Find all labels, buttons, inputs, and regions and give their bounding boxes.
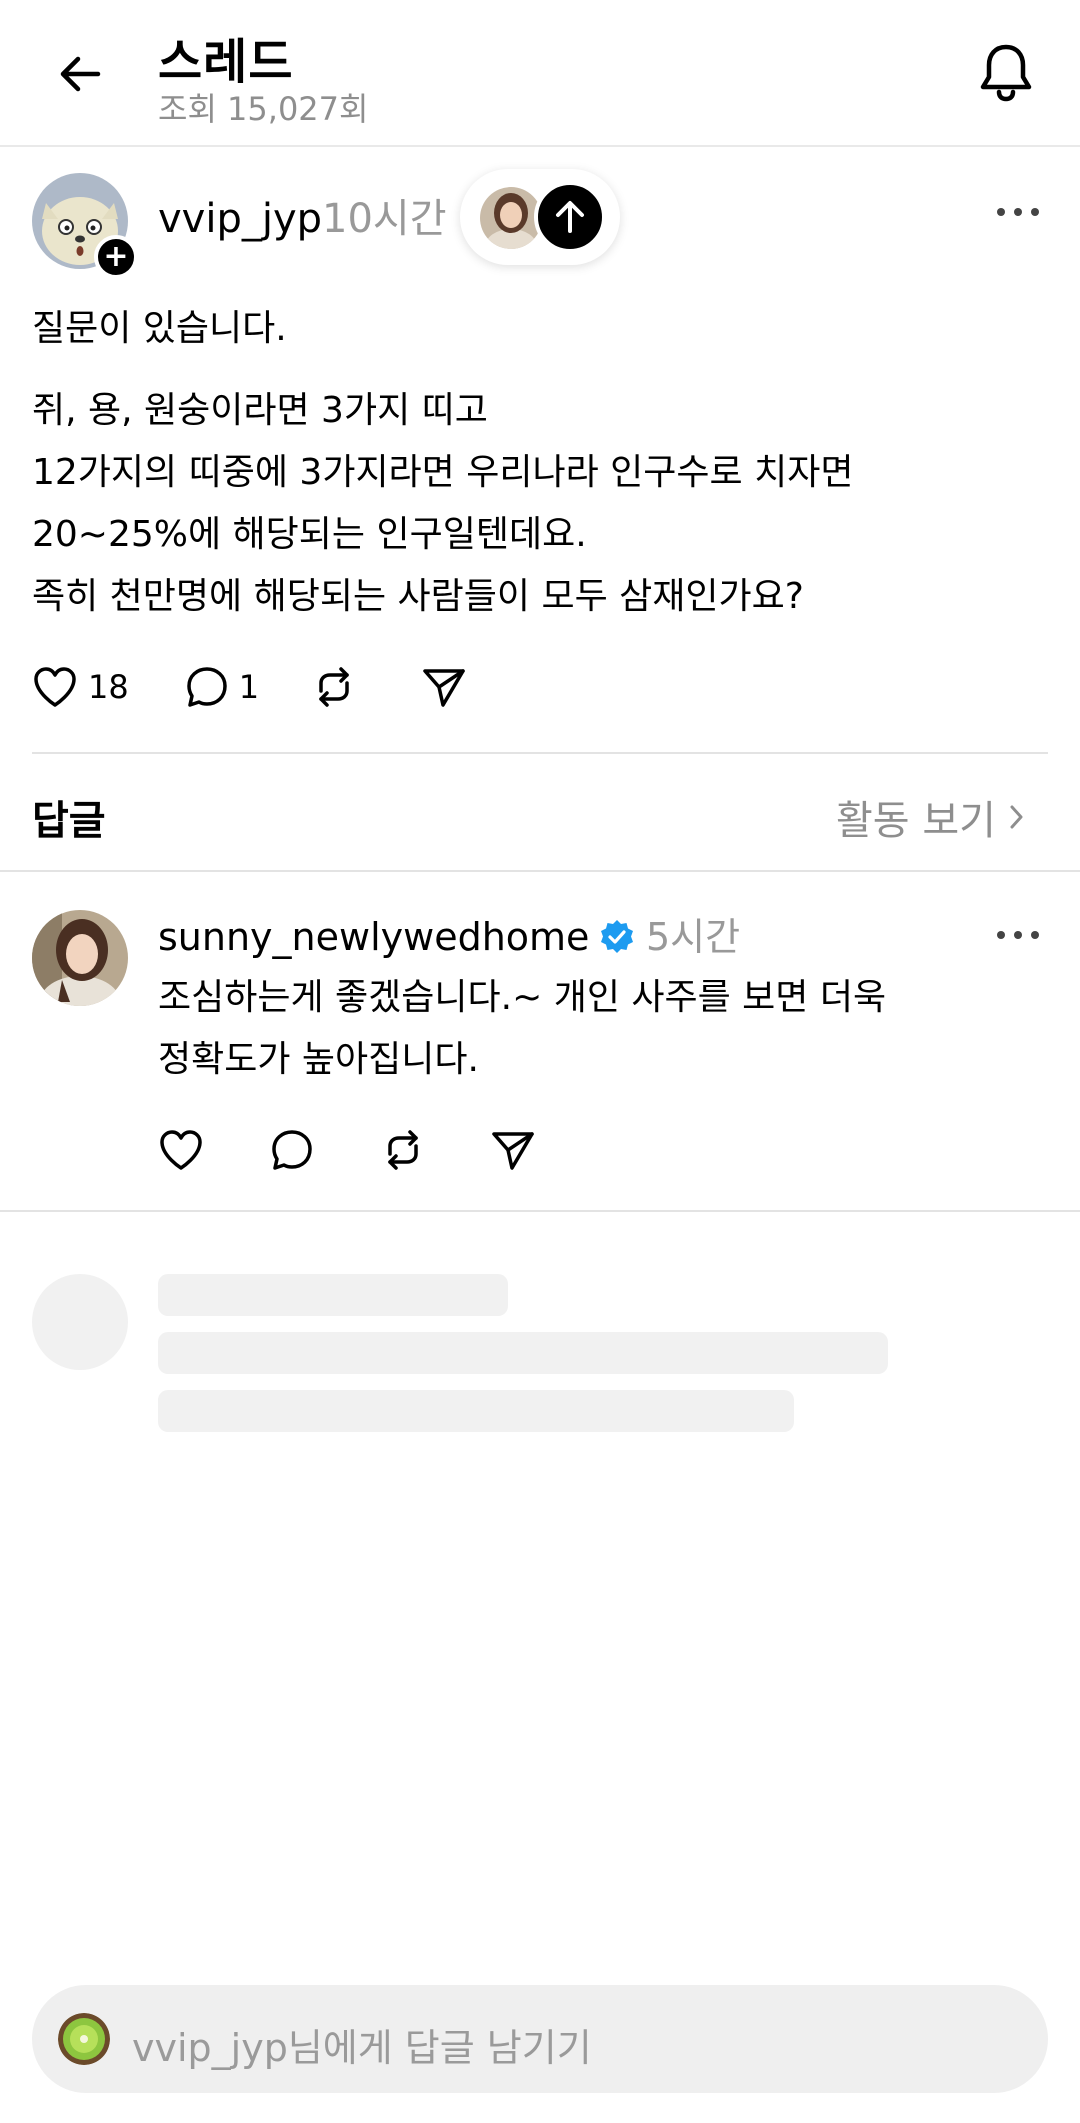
more-horizontal-icon	[997, 931, 1039, 939]
reply-author-avatar[interactable]	[32, 910, 128, 1006]
reply-more-button[interactable]	[992, 920, 1044, 950]
author-avatar[interactable]: +	[32, 173, 138, 279]
reply-compose-input[interactable]: vvip_jyp님에게 답글 남기기	[32, 1985, 1048, 2093]
reply-time: 5시간	[646, 915, 741, 959]
page-title: 스레드	[158, 34, 294, 90]
divider	[0, 1210, 1080, 1212]
post-text-line: 12가지의 띠중에 3가지라면 우리나라 인구수로 치자면	[32, 452, 854, 493]
skeleton-line	[158, 1332, 888, 1374]
divider	[0, 870, 1080, 872]
arrow-up-icon	[556, 201, 584, 233]
comment-button[interactable]: 1	[185, 665, 259, 709]
post-text-line: 쥐, 용, 원숭이라면 3가지 띠고	[32, 390, 488, 431]
back-button[interactable]	[46, 40, 114, 108]
post-time: 10시간	[322, 196, 447, 242]
follow-plus-icon[interactable]: +	[94, 235, 138, 279]
send-icon	[423, 669, 465, 707]
post-text-line: 질문이 있습니다.	[32, 308, 287, 349]
user-avatar	[58, 2013, 110, 2065]
skeleton-line	[158, 1390, 794, 1432]
arrow-left-icon	[60, 56, 101, 92]
replies-heading: 답글	[32, 798, 106, 844]
replier-avatar-thumb	[480, 187, 542, 249]
reply-actions	[158, 1128, 536, 1172]
share-button[interactable]	[421, 665, 467, 709]
post-text-line: 족히 천만명에 해당되는 사람들이 모두 삼재인가요?	[32, 576, 804, 617]
reply-like-button[interactable]	[158, 1128, 204, 1172]
heart-icon	[34, 667, 76, 707]
heart-icon	[160, 1130, 202, 1170]
reply-repost-button[interactable]	[380, 1128, 426, 1172]
send-icon	[492, 1132, 534, 1170]
chevron-right-icon	[1010, 805, 1023, 829]
post-more-button[interactable]	[992, 197, 1044, 227]
like-count: 18	[88, 668, 129, 706]
skeleton-avatar	[32, 1274, 128, 1370]
divider	[32, 752, 1048, 754]
repost-button[interactable]	[311, 665, 357, 709]
verified-badge-icon	[601, 920, 633, 953]
comment-icon	[186, 667, 227, 707]
notification-button[interactable]	[970, 36, 1042, 108]
reply-text-line: 정확도가 높아집니다.	[158, 1039, 479, 1080]
bell-icon	[980, 44, 1032, 102]
like-button[interactable]: 18	[32, 665, 129, 709]
repost-icon	[388, 1130, 418, 1170]
scroll-up-pill[interactable]	[460, 169, 620, 265]
reply-share-button[interactable]	[490, 1128, 536, 1172]
scroll-up-button[interactable]	[534, 181, 606, 253]
post-text-line: 20~25%에 해당되는 인구일텐데요.	[32, 514, 587, 555]
top-bar: 스레드 조회 15,027회	[0, 0, 1080, 147]
reply-author-username[interactable]: sunny_newlywedhome	[158, 918, 589, 956]
view-count: 조회 15,027회	[158, 90, 369, 128]
author-username[interactable]: vvip_jyp	[158, 199, 322, 239]
reply-comment-button[interactable]	[270, 1128, 314, 1172]
compose-placeholder: vvip_jyp님에게 답글 남기기	[132, 2026, 592, 2070]
view-activity-link[interactable]: 활동 보기	[836, 788, 1028, 846]
reply-text-line: 조심하는게 좋겠습니다.~ 개인 사주를 보면 더욱	[158, 977, 887, 1018]
repost-icon	[319, 667, 349, 707]
skeleton-line	[158, 1274, 508, 1316]
post-actions: 18 1	[32, 665, 467, 709]
view-activity-label: 활동 보기	[836, 798, 996, 844]
comment-icon	[272, 1130, 312, 1170]
comment-count: 1	[238, 668, 260, 706]
more-horizontal-icon	[997, 208, 1039, 216]
